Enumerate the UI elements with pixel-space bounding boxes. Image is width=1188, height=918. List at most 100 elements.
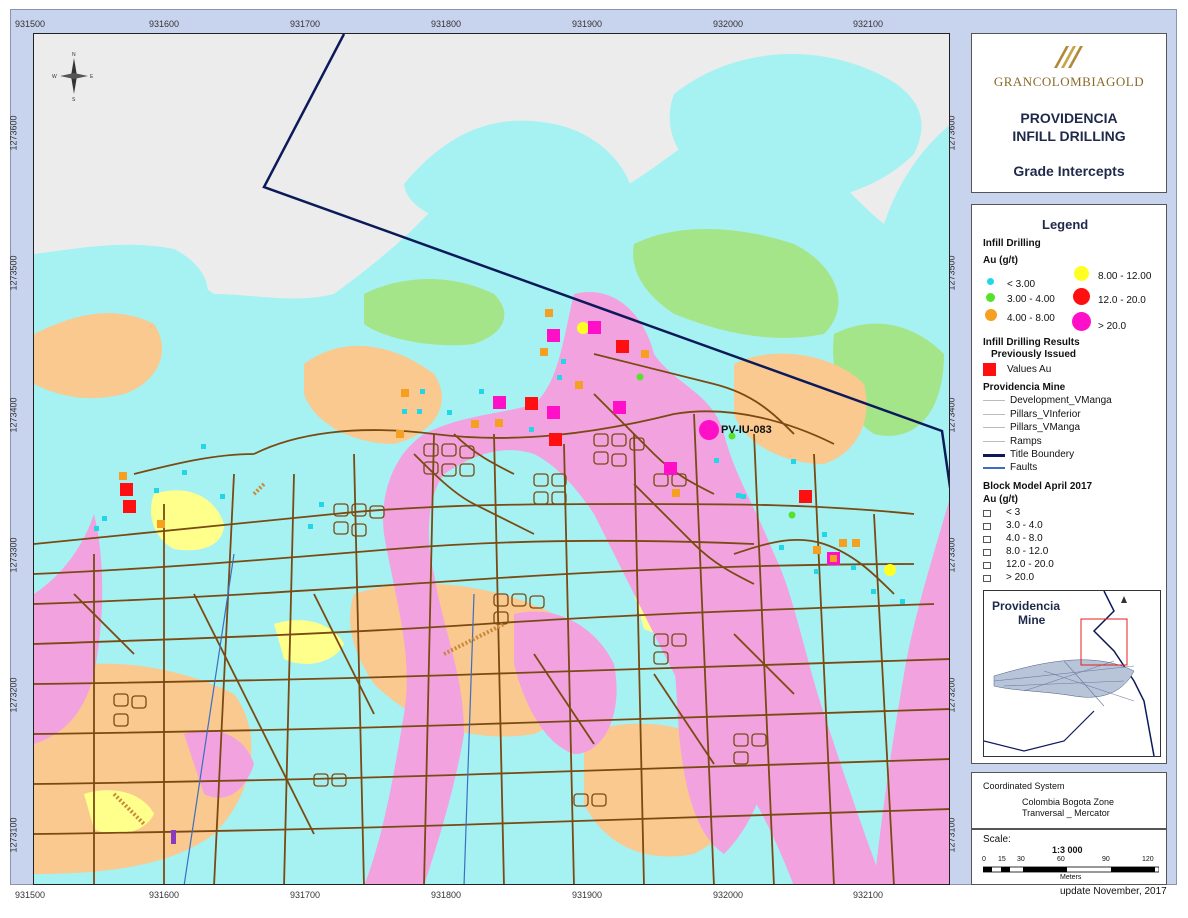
line-swatch: [983, 441, 1005, 442]
infill-drilling-heading: Infill Drilling: [983, 238, 1041, 249]
x-tick: 932000: [713, 19, 744, 29]
block-item: 4.0 - 8.0: [1006, 533, 1043, 544]
scale-tick: 0: [982, 856, 986, 863]
title-panel: GRANCOLOMBIAGOLD PROVIDENCIA INFILL DRIL…: [971, 33, 1167, 193]
faults-label: Faults: [1010, 462, 1038, 473]
svg-text:W: W: [52, 74, 57, 80]
legend-label: 3.00 - 4.00: [1007, 294, 1055, 305]
intercept-8-12[interactable]: [577, 322, 589, 334]
block-item: 12.0 - 20.0: [1006, 559, 1054, 570]
x-tick: 931700: [290, 19, 321, 29]
legend-dot-8-12: [1074, 266, 1089, 281]
scale-bar: [983, 866, 1159, 873]
legend-dot-12-20: [1073, 288, 1090, 305]
map-title-line1: PROVIDENCIA: [1020, 110, 1118, 126]
legend-label: < 3.00: [1007, 279, 1036, 290]
title-boundary-label: Title Boundery: [1010, 449, 1075, 460]
scale-tick: 90: [1102, 856, 1110, 863]
legend-heading: Legend: [1042, 217, 1089, 232]
coord-heading: Coordinated System: [983, 781, 1065, 791]
results-heading: Infill Drilling Results: [983, 337, 1080, 348]
x-tick: 932100: [853, 19, 884, 29]
x-tick: 931900: [572, 890, 603, 900]
mine-item: Development_VManga: [1010, 395, 1112, 406]
block-item: > 20.0: [1006, 572, 1035, 583]
block-model-heading: Block Model April 2017: [983, 481, 1093, 492]
map-svg: N W E S: [34, 34, 949, 884]
block-item: 8.0 - 12.0: [1006, 546, 1049, 557]
y-tick: 1273200: [8, 677, 19, 713]
block-item: < 3: [1006, 507, 1021, 518]
company-logo-text: GRANCOLOMBIAGOLD: [993, 74, 1145, 89]
scale-label: Scale:: [983, 834, 1011, 845]
scale-tick: 60: [1057, 856, 1065, 863]
intercept-3-4[interactable]: [788, 511, 796, 519]
block-swatch: [983, 562, 991, 569]
block-swatch: [983, 575, 991, 582]
block-swatch: [983, 510, 991, 517]
title-boundary-swatch: [983, 454, 1005, 457]
coord-line2: Tranversal _ Mercator: [1022, 808, 1110, 818]
x-tick: 932100: [853, 890, 884, 900]
scale-tick: 15: [998, 856, 1006, 863]
inset-map[interactable]: Providencia Mine: [983, 590, 1161, 757]
results-subheading: Previously Issued: [991, 349, 1077, 360]
x-tick: 931700: [290, 890, 321, 900]
block-au-heading: Au (g/t): [983, 494, 1018, 505]
mine-item: Ramps: [1010, 436, 1042, 447]
legend-dot-3-4: [986, 293, 995, 302]
legend-dot-gt20: [1072, 312, 1091, 331]
legend-panel: Legend Infill Drilling Au (g/t) < 3.00 3…: [971, 204, 1167, 764]
values-au-swatch: [983, 363, 996, 376]
y-tick: 1273400: [8, 397, 19, 433]
x-tick: 931800: [431, 19, 462, 29]
intercept-3-4[interactable]: [636, 373, 644, 381]
x-tick: 931600: [149, 890, 180, 900]
y-tick: 1273300: [8, 537, 19, 573]
legend-label: 12.0 - 20.0: [1098, 295, 1146, 306]
drillhole-label: PV-IU-083: [721, 424, 772, 436]
svg-text:N: N: [72, 52, 76, 58]
mine-item: Pillars_VManga: [1010, 422, 1081, 433]
block-swatch: [983, 549, 991, 556]
faults-swatch: [983, 467, 1005, 469]
x-tick: 931600: [149, 19, 180, 29]
scale-ratio: 1:3 000: [1052, 845, 1083, 855]
block-item: 3.0 - 4.0: [1006, 520, 1043, 531]
scale-panel: Scale: 1:3 000 0 15 30 60 90 120 Meters: [971, 829, 1167, 885]
x-tick: 931500: [15, 890, 46, 900]
block-swatch: [983, 523, 991, 530]
legend-label: 8.00 - 12.00: [1098, 271, 1152, 282]
company-logo-icon: [1054, 46, 1083, 68]
inset-title-line2: Mine: [1018, 613, 1046, 627]
line-swatch: [983, 414, 1005, 415]
scale-unit: Meters: [1060, 874, 1082, 881]
x-tick: 931900: [572, 19, 603, 29]
inset-map-svg: [984, 591, 1155, 756]
line-swatch: [983, 427, 1005, 428]
block-swatch: [983, 536, 991, 543]
legend-label: > 20.0: [1098, 321, 1127, 332]
au-heading: Au (g/t): [983, 255, 1018, 266]
map-canvas[interactable]: N W E S PV-IU-083: [33, 33, 950, 885]
scale-tick: 120: [1142, 856, 1154, 863]
legend-dot-lt3: [987, 278, 994, 285]
legend-dot-4-8: [985, 309, 997, 321]
coord-line1: Colombia Bogota Zone: [1022, 797, 1115, 807]
values-au-label: Values Au: [1007, 364, 1052, 375]
y-tick: 1273100: [8, 817, 19, 853]
y-tick: 1273600: [8, 115, 19, 151]
x-tick: 932000: [713, 890, 744, 900]
mine-item: Pillars_VInferior: [1010, 409, 1081, 420]
y-tick: 1273500: [8, 255, 19, 291]
x-tick: 931500: [15, 19, 46, 29]
map-subtitle: Grade Intercepts: [1013, 163, 1125, 179]
inset-title-line1: Providencia: [992, 599, 1061, 613]
map-title-line2: INFILL DRILLING: [1012, 128, 1126, 144]
coordinate-panel: Coordinated System Colombia Bogota Zone …: [971, 772, 1167, 829]
update-note: update November, 2017: [1060, 886, 1167, 897]
intercept-gt20[interactable]: [699, 420, 719, 440]
line-swatch: [983, 400, 1005, 401]
x-tick: 931800: [431, 890, 462, 900]
legend-label: 4.00 - 8.00: [1007, 313, 1055, 324]
